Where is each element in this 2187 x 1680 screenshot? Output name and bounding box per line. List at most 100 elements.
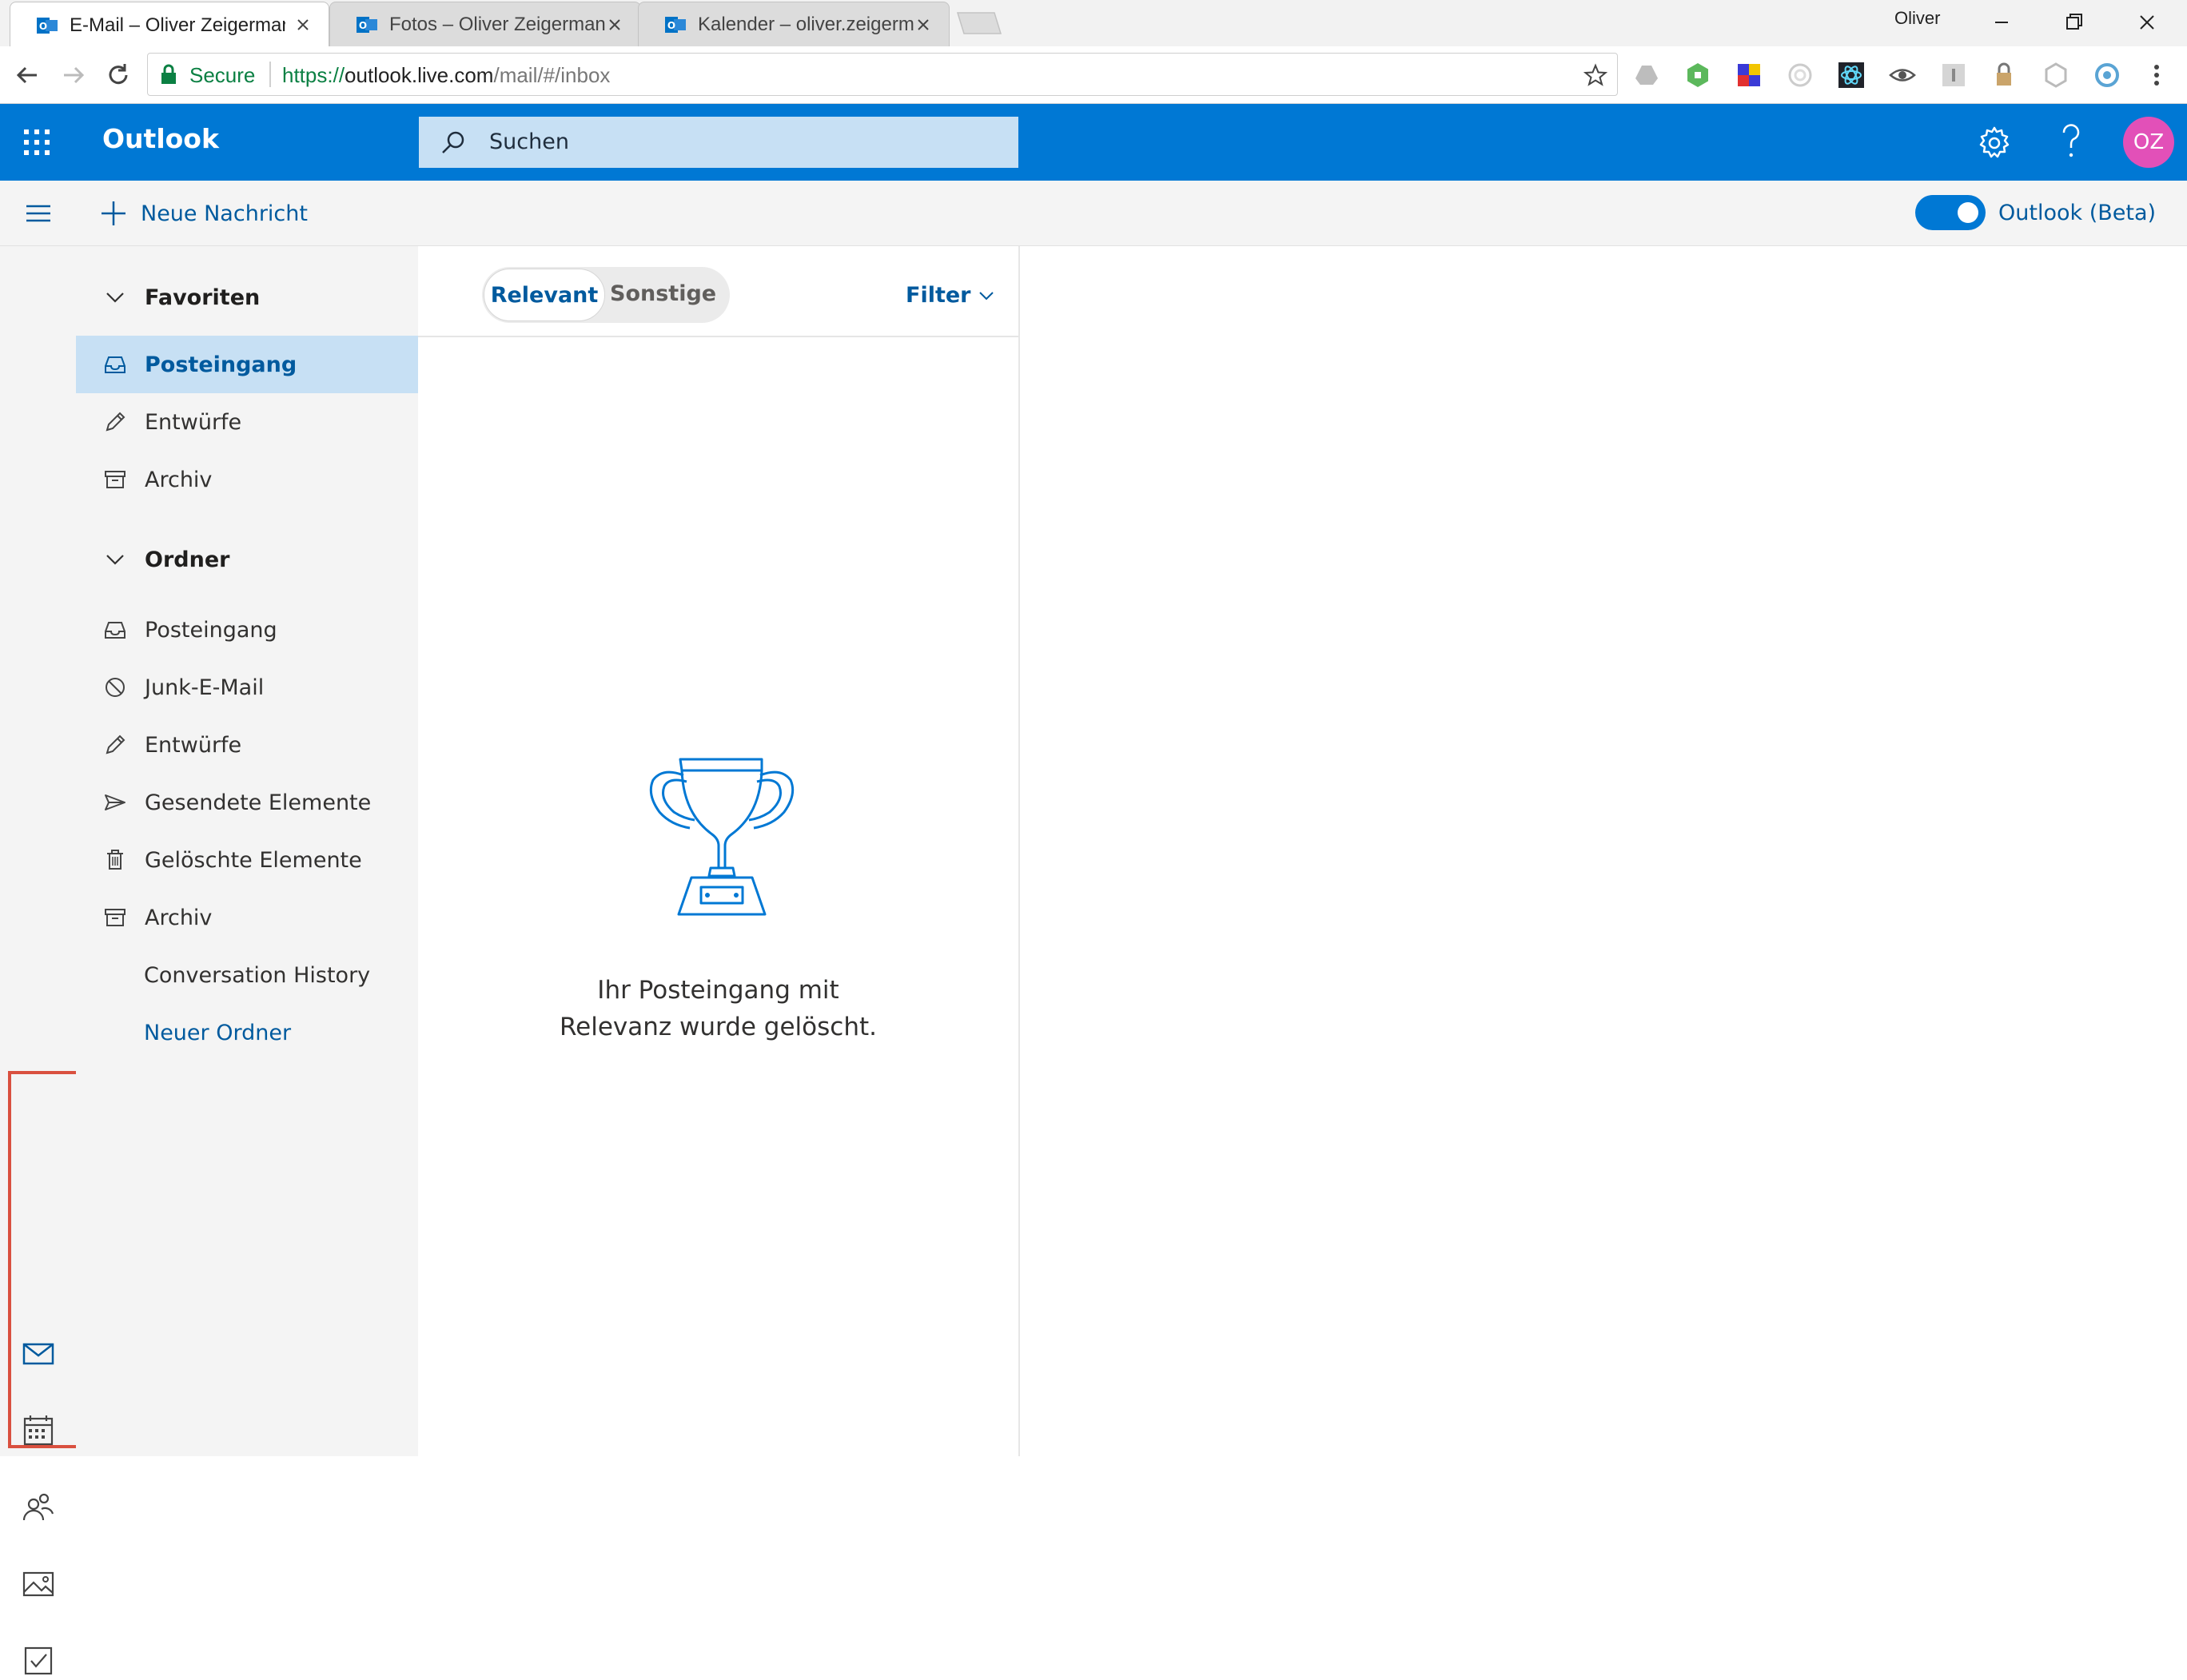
restore-icon[interactable] — [2042, 6, 2105, 38]
message-list: Relevant Sonstige Filter Ihr Posteingang… — [418, 246, 1020, 1456]
folder-item-archiv[interactable]: Archiv — [76, 889, 418, 946]
browser-tab-strip: O E-Mail – Oliver Zeigerman O Fotos – Ol… — [0, 0, 2187, 48]
folder-label: Entwürfe — [145, 409, 242, 435]
tab-relevant[interactable]: Relevant — [484, 269, 605, 321]
folders-heading[interactable]: Ordner — [76, 535, 418, 583]
folder-label: Entwürfe — [145, 732, 242, 758]
folder-label: Gelöschte Elemente — [145, 847, 362, 873]
new-tab-button[interactable] — [951, 11, 1004, 35]
app-launcher-icon[interactable] — [21, 126, 53, 158]
folder-label: Conversation History — [144, 962, 371, 988]
empty-message-line-2: Relevanz wurde gelöscht. — [559, 1013, 877, 1041]
favorite-item-archiv[interactable]: Archiv — [76, 451, 418, 508]
hamburger-menu-icon[interactable] — [24, 200, 53, 227]
info-extension-icon[interactable] — [1939, 61, 1968, 90]
pencil-icon — [106, 735, 125, 754]
help-icon[interactable] — [2053, 121, 2089, 163]
tasks-icon[interactable] — [19, 1642, 58, 1680]
color-extension-icon[interactable] — [1735, 61, 1763, 90]
circle-extension-icon[interactable] — [2093, 61, 2121, 90]
browser-profile-name[interactable]: Oliver — [1894, 8, 1940, 29]
reload-icon[interactable] — [102, 59, 134, 91]
toggle-knob — [1958, 202, 1978, 223]
target-extension-icon[interactable] — [1786, 61, 1815, 90]
tab-title: E-Mail – Oliver Zeigerman — [70, 14, 285, 36]
url-scheme: https:// — [282, 63, 345, 87]
react-devtools-icon[interactable] — [1837, 61, 1866, 90]
chevron-down-icon — [106, 555, 124, 565]
tab-close-icon[interactable] — [914, 15, 933, 34]
tab-close-icon[interactable] — [605, 15, 624, 34]
avatar[interactable]: OZ — [2123, 117, 2174, 168]
search-input[interactable]: Suchen — [419, 117, 1018, 168]
rail-highlight-box — [8, 1071, 82, 1448]
hex-gray-extension-icon[interactable] — [2042, 61, 2070, 90]
forward-icon[interactable] — [58, 59, 90, 91]
favorite-item-posteingang[interactable]: Posteingang — [76, 336, 418, 393]
browser-tab-calendar[interactable]: O Kalender – oliver.zeigerman — [638, 2, 950, 46]
tab-close-icon[interactable] — [293, 15, 313, 34]
blocked-icon — [106, 678, 125, 697]
reading-pane — [1020, 246, 2187, 1456]
url-text[interactable]: https://outlook.live.com/mail/#/inbox — [282, 63, 610, 88]
outlook-favicon-icon: O — [665, 16, 686, 33]
search-icon — [442, 131, 464, 153]
favorite-item-entwuerfe[interactable]: Entwürfe — [76, 393, 418, 451]
url-host: outlook.live.com — [345, 63, 494, 87]
folder-item-posteingang[interactable]: Posteingang — [76, 601, 418, 659]
secure-label: Secure — [189, 63, 256, 87]
browser-tab-photos[interactable]: O Fotos – Oliver Zeigerman — [329, 2, 641, 46]
address-bar[interactable]: Secure https://outlook.live.com/mail/#/i… — [147, 53, 1618, 96]
favorites-heading[interactable]: Favoriten — [76, 273, 418, 321]
browser-tab-mail[interactable]: O E-Mail – Oliver Zeigerman — [10, 2, 329, 48]
folder-item-entwuerfe[interactable]: Entwürfe — [76, 716, 418, 774]
outlook-favicon-icon: O — [357, 16, 377, 33]
toggle-switch[interactable] — [1915, 195, 1986, 230]
folder-item-conversation-history[interactable]: Conversation History — [76, 946, 418, 1004]
svg-text:O: O — [667, 20, 675, 31]
archive-icon — [105, 471, 125, 488]
minimize-icon[interactable] — [1970, 6, 2034, 38]
svg-text:O: O — [359, 20, 367, 31]
filter-button[interactable]: Filter — [906, 283, 995, 308]
hexagon-extension-icon[interactable] — [1683, 61, 1712, 90]
back-icon[interactable] — [11, 59, 43, 91]
chevron-down-icon — [106, 293, 124, 303]
browser-toolbar: Secure https://outlook.live.com/mail/#/i… — [0, 46, 2187, 104]
app-title[interactable]: Outlook — [102, 123, 219, 154]
outlook-beta-toggle[interactable]: Outlook (Beta) — [1915, 195, 2156, 230]
inbox-icon — [105, 356, 125, 373]
folder-item-geloescht[interactable]: Gelöschte Elemente — [76, 831, 418, 889]
bookmark-star-icon[interactable] — [1583, 63, 1607, 87]
new-folder-label: Neuer Ordner — [144, 1020, 292, 1045]
lock-extension-icon[interactable] — [1990, 61, 2019, 90]
browser-menu-icon[interactable] — [2142, 61, 2171, 90]
new-message-button[interactable]: Neue Nachricht — [99, 195, 308, 232]
empty-inbox-message: Ihr Posteingang mit Relevanz wurde gelös… — [418, 972, 1018, 1045]
settings-gear-icon[interactable] — [1976, 125, 2013, 161]
outlook-favicon-icon: O — [37, 17, 58, 34]
beta-toggle-label: Outlook (Beta) — [1998, 200, 2157, 225]
folder-item-gesendet[interactable]: Gesendete Elemente — [76, 774, 418, 831]
folder-item-junk[interactable]: Junk-E-Mail — [76, 659, 418, 716]
drive-extension-icon[interactable] — [1632, 61, 1661, 90]
inbox-icon — [105, 622, 125, 639]
chevron-down-icon — [978, 291, 994, 300]
folder-label: Posteingang — [145, 617, 277, 643]
new-folder-link[interactable]: Neuer Ordner — [76, 1004, 418, 1061]
folder-label: Gesendete Elemente — [145, 790, 372, 815]
folder-label: Archiv — [145, 467, 213, 492]
close-window-icon[interactable] — [2115, 6, 2179, 38]
pencil-icon — [106, 412, 125, 432]
plus-icon — [102, 201, 125, 225]
tab-other[interactable]: Sonstige — [610, 281, 716, 306]
command-bar: Neue Nachricht Outlook (Beta) — [0, 181, 2187, 246]
empty-message-line-1: Ihr Posteingang mit — [597, 976, 839, 1005]
trophy-illustration-icon — [649, 758, 795, 916]
photos-icon[interactable] — [19, 1565, 58, 1603]
folder-label: Junk-E-Mail — [145, 675, 265, 700]
inbox-pivot: Relevant Sonstige — [482, 267, 730, 323]
eye-extension-icon[interactable] — [1888, 61, 1917, 90]
trash-icon — [107, 850, 123, 870]
people-icon[interactable] — [19, 1488, 58, 1527]
